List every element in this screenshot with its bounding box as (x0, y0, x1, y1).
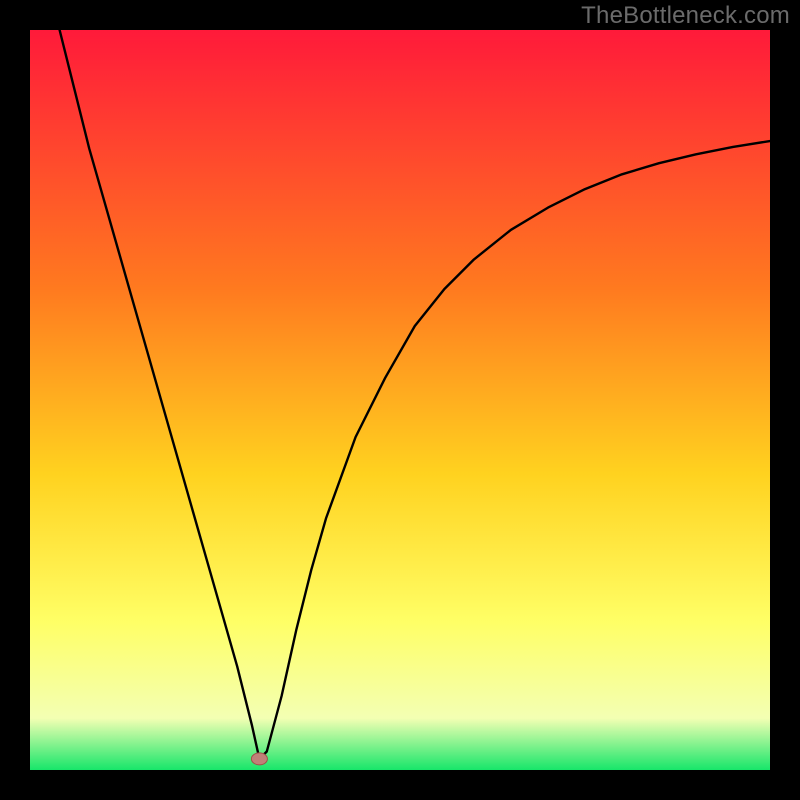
watermark-text: TheBottleneck.com (581, 2, 790, 30)
gradient-background (30, 30, 770, 770)
plot-area (30, 30, 770, 770)
chart-frame: TheBottleneck.com (0, 0, 800, 800)
chart-svg (30, 30, 770, 770)
optimal-point-marker (251, 753, 267, 765)
